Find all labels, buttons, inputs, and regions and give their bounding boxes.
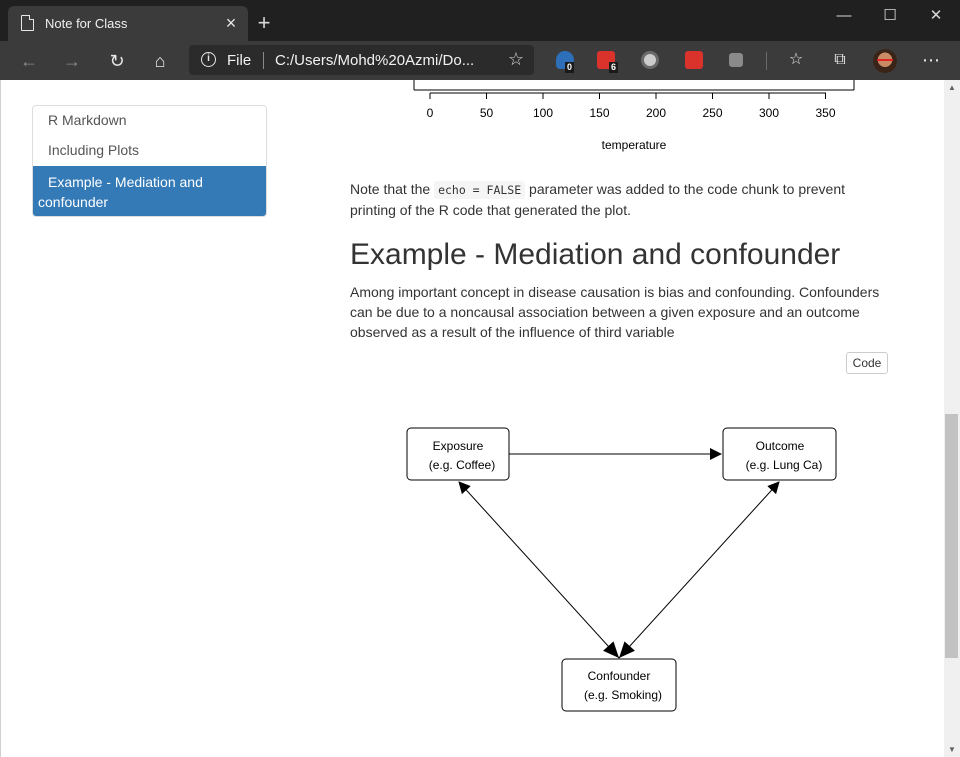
x-axis-ticks: 0 50 100 150 200 250 300 350: [427, 93, 836, 120]
minimize-button[interactable]: —: [829, 5, 859, 27]
node-outcome: Outcome (e.g. Lung Ca): [722, 427, 837, 481]
scroll-down-arrow-icon[interactable]: ▼: [944, 745, 960, 754]
close-window-button[interactable]: ✕: [921, 5, 951, 27]
node-outcome-title: Outcome: [756, 439, 805, 453]
address-separator: [263, 52, 264, 69]
toc-item-mediation-confounder[interactable]: Example - Mediation and confounder: [33, 166, 266, 216]
new-tab-button[interactable]: +: [253, 12, 275, 34]
x-tick-label: 200: [646, 106, 666, 120]
toc-item-including-plots[interactable]: Including Plots: [33, 142, 266, 158]
inline-code: echo = FALSE: [434, 181, 526, 199]
node-exposure-title: Exposure: [433, 439, 484, 453]
red-m-extension-icon[interactable]: [685, 51, 703, 69]
x-tick-label: 300: [759, 106, 779, 120]
x-tick-label: 0: [427, 106, 434, 120]
node-exposure: Exposure (e.g. Coffee): [406, 427, 510, 481]
node-exposure-example: (e.g. Coffee): [429, 458, 495, 472]
forward-button[interactable]: →: [58, 48, 86, 74]
toc-item-r-markdown[interactable]: R Markdown: [33, 112, 266, 128]
extension-badge: 0: [565, 62, 575, 73]
x-tick-label: 250: [702, 106, 722, 120]
edge-confounder-exposure: [458, 481, 620, 659]
back-button[interactable]: ←: [15, 48, 43, 74]
tab-title: Note for Class: [45, 16, 128, 31]
scroll-up-arrow-icon[interactable]: ▲: [944, 83, 960, 92]
node-confounder: Confounder (e.g. Smoking): [561, 658, 677, 712]
node-outcome-example: (e.g. Lung Ca): [746, 458, 823, 472]
address-prefix: File: [227, 52, 252, 69]
favorite-star-icon[interactable]: ☆: [508, 49, 524, 70]
extension-icon[interactable]: 0: [556, 51, 575, 73]
node-confounder-title: Confounder: [588, 669, 651, 683]
scrollbar-thumb[interactable]: [945, 414, 958, 658]
section-paragraph: Among important concept in disease causa…: [350, 284, 880, 340]
url-text[interactable]: C:/Users/Mohd%20Azmi/Do...: [275, 52, 474, 69]
table-of-contents: R Markdown Including Plots Example - Med…: [32, 105, 267, 217]
title-bar: Note for Class × + — ☐ ✕: [0, 0, 960, 41]
node-confounder-example: (e.g. Smoking): [584, 688, 662, 702]
info-icon[interactable]: i: [201, 52, 216, 67]
extension-badge: 6: [609, 62, 619, 73]
x-tick-label: 150: [589, 106, 609, 120]
browser-toolbar: ← → ↻ ⌂ i File C:/Users/Mohd%20Azmi/Do..…: [0, 41, 960, 80]
record-extension-icon[interactable]: [641, 51, 659, 69]
home-button[interactable]: ⌂: [146, 48, 174, 74]
toolbar-separator: [766, 52, 767, 70]
note-text-before: Note that the: [350, 181, 435, 197]
collections-icon[interactable]: ⧉: [828, 49, 852, 71]
tab-close-button[interactable]: ×: [222, 13, 240, 33]
page-viewport: 0 50 100 150 200 250 300 350 temperature Exposu…: [0, 80, 944, 757]
page-icon: [21, 15, 34, 31]
copy-extension-icon[interactable]: [729, 53, 743, 67]
code-toggle-button[interactable]: Code: [846, 352, 888, 374]
maximize-button[interactable]: ☐: [875, 5, 905, 27]
x-tick-label: 50: [480, 106, 494, 120]
section-heading: Example - Mediation and confounder: [350, 238, 841, 271]
edge-confounder-outcome: [618, 481, 780, 659]
vertical-scrollbar[interactable]: ▲ ▼: [944, 80, 960, 757]
profile-avatar[interactable]: [873, 49, 897, 73]
x-axis-label: temperature: [602, 138, 667, 152]
temperature-plot-fragment: 0 50 100 150 200 250 300 350 temperature: [413, 80, 855, 152]
x-tick-label: 350: [815, 106, 835, 120]
note-paragraph: Note that the echo = FALSE parameter was…: [350, 179, 870, 220]
x-tick-label: 100: [533, 106, 553, 120]
favorites-icon[interactable]: ☆: [784, 49, 808, 71]
browser-tab[interactable]: Note for Class ×: [8, 6, 248, 41]
more-options-icon[interactable]: ⋯: [919, 49, 943, 71]
extension-icon[interactable]: 6: [597, 51, 619, 73]
address-bar[interactable]: i File C:/Users/Mohd%20Azmi/Do... ☆: [189, 45, 534, 75]
refresh-button[interactable]: ↻: [103, 48, 131, 74]
